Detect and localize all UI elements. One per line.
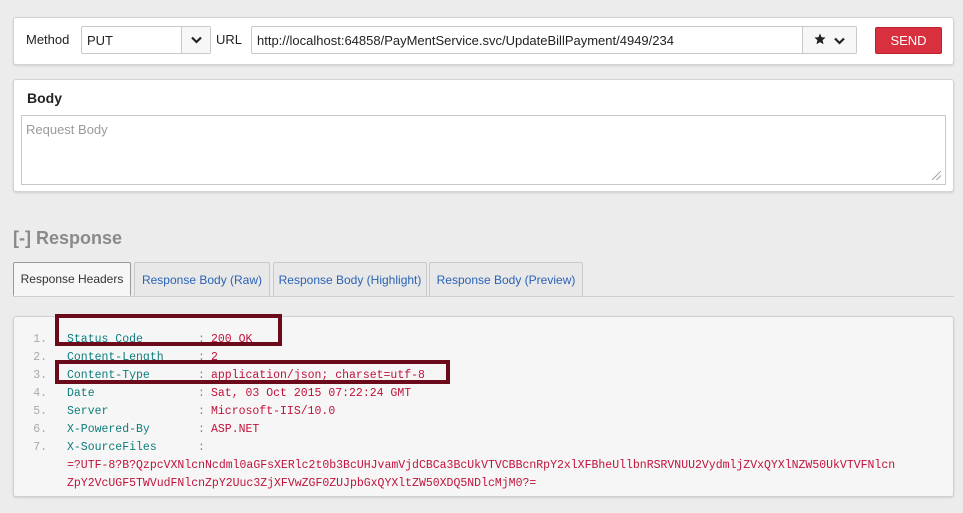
header-colon: : <box>198 405 205 418</box>
header-colon: : <box>198 333 205 346</box>
line-number: 6. <box>33 423 47 436</box>
response-title: Response <box>36 228 123 248</box>
header-value-continuation: ZpY2VcUGF5TWVudFNlcnZpY2Uuc3ZjXFVwZGF0ZU… <box>14 477 953 495</box>
header-line: 6. X-Powered-By : ASP.NET <box>14 423 953 441</box>
line-number: 4. <box>33 387 47 400</box>
url-label: URL <box>216 32 243 47</box>
header-name: Content-Length <box>67 351 164 364</box>
request-bar: Method PUT URL SEND <box>13 17 954 65</box>
line-number: 2. <box>33 351 47 364</box>
request-body-input[interactable] <box>21 115 946 185</box>
resize-grip-icon[interactable] <box>932 171 941 180</box>
header-value: 200 OK <box>211 333 253 346</box>
header-colon: : <box>198 369 205 382</box>
collapse-toggle[interactable]: [-] <box>13 228 31 248</box>
header-value: 2 <box>211 351 218 364</box>
line-number: 1. <box>33 333 47 346</box>
header-line: 1. Status Code : 200 OK <box>14 333 953 351</box>
header-name: Server <box>67 405 109 418</box>
header-line: 4. Date : Sat, 03 Oct 2015 07:22:24 GMT <box>14 387 953 405</box>
star-icon[interactable] <box>814 33 826 48</box>
header-value-continuation: =?UTF-8?B?QzpcVXNlcnNcdml0aGFsXERlc2t0b3… <box>14 459 953 477</box>
header-line: 5. Server : Microsoft-IIS/10.0 <box>14 405 953 423</box>
header-colon: : <box>198 423 205 436</box>
line-number: 7. <box>33 441 47 454</box>
header-name: X-SourceFiles <box>67 441 157 454</box>
tab-response-body-highlight[interactable]: Response Body (Highlight) <box>273 262 427 296</box>
header-line: 2. Content-Length : 2 <box>14 351 953 369</box>
header-line: 7. X-SourceFiles : <box>14 441 953 459</box>
header-value: ASP.NET <box>211 423 260 436</box>
header-name: Date <box>67 387 95 400</box>
tab-response-headers[interactable]: Response Headers <box>13 262 131 296</box>
header-colon: : <box>198 351 205 364</box>
method-label: Method <box>26 32 70 47</box>
body-title: Body <box>27 90 62 106</box>
line-number: 5. <box>33 405 47 418</box>
response-headers-panel: 1. Status Code : 200 OK 2. Content-Lengt… <box>13 316 954 497</box>
method-value: PUT <box>87 33 113 48</box>
method-select[interactable]: PUT <box>81 26 211 54</box>
header-name: Content-Type <box>67 369 150 382</box>
header-value: Sat, 03 Oct 2015 07:22:24 GMT <box>211 387 412 400</box>
header-line: 3. Content-Type : application/json; char… <box>14 369 953 387</box>
url-field[interactable] <box>251 26 857 54</box>
header-colon: : <box>198 441 205 454</box>
header-name: X-Powered-By <box>67 423 150 436</box>
header-value: application/json; charset=utf-8 <box>211 369 425 382</box>
tabs-divider <box>13 296 954 297</box>
tab-response-body-raw[interactable]: Response Body (Raw) <box>134 262 270 296</box>
response-heading: [-] Response <box>13 228 122 249</box>
sourcefiles-value-line-2: ZpY2VcUGF5TWVudFNlcnZpY2Uuc3ZjXFVwZGF0ZU… <box>67 477 537 490</box>
chevron-down-icon[interactable] <box>834 33 845 48</box>
header-colon: : <box>198 387 205 400</box>
chevron-down-icon[interactable] <box>181 27 210 53</box>
url-tools <box>802 27 856 53</box>
header-value: Microsoft-IIS/10.0 <box>211 405 336 418</box>
line-number: 3. <box>33 369 47 382</box>
url-input[interactable] <box>252 27 807 53</box>
send-button[interactable]: SEND <box>875 27 942 54</box>
tab-response-body-preview[interactable]: Response Body (Preview) <box>429 262 583 296</box>
sourcefiles-value-line-1: =?UTF-8?B?QzpcVXNlcnNcdml0aGFsXERlc2t0b3… <box>67 459 896 472</box>
body-panel: Body <box>13 79 954 192</box>
header-name: Status Code <box>67 333 143 346</box>
